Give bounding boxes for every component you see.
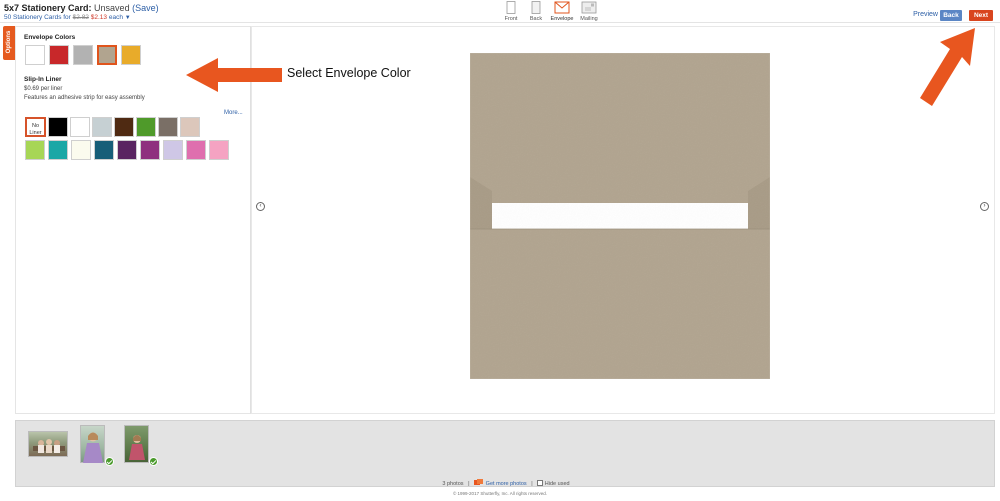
separator: | [531, 481, 533, 487]
used-check-icon [149, 457, 158, 466]
envelope-colors-heading: Envelope Colors [24, 34, 76, 41]
no-liner-swatch[interactable]: No Liner [25, 117, 46, 137]
tab-back[interactable]: Back [523, 0, 549, 22]
envelope-color-swatch[interactable] [97, 45, 117, 65]
photo-thumbnail[interactable] [124, 425, 149, 463]
liner-color-swatch[interactable] [70, 117, 90, 137]
save-link[interactable]: (Save) [132, 3, 159, 13]
price-suffix: each [108, 14, 123, 21]
old-price: $2.82 [72, 14, 89, 21]
product-title: 5x7 Stationery Card: [4, 3, 92, 13]
card-front-icon [506, 1, 516, 14]
liner-color-swatch[interactable] [114, 117, 134, 137]
design-canvas: ‹ › [251, 26, 995, 414]
photo-thumbnail[interactable] [28, 431, 68, 457]
get-more-photos[interactable]: Get more photos [474, 479, 528, 487]
liner-color-swatch[interactable] [92, 117, 112, 137]
mailing-envelope-icon [581, 1, 597, 14]
preview-link[interactable]: Preview [913, 11, 938, 18]
envelope-color-swatch[interactable] [25, 45, 45, 65]
liner-color-swatch[interactable] [163, 140, 183, 160]
save-status: Unsaved [94, 3, 130, 13]
no-liner-label-1: No [31, 123, 40, 129]
photo-content [33, 439, 65, 453]
chevron-down-icon[interactable]: ▼ [125, 15, 131, 21]
envelope-flap [470, 53, 770, 203]
liner-color-swatch[interactable] [25, 140, 45, 160]
liner-color-swatch[interactable] [180, 117, 200, 137]
price-line[interactable]: 50 Stationery Cards for $2.82 $2.13 each… [4, 14, 131, 21]
liner-color-swatch[interactable] [136, 117, 156, 137]
back-button[interactable]: Back [940, 10, 962, 21]
no-liner-label-2: Liner [29, 130, 42, 136]
used-check-icon [105, 457, 114, 466]
photo-content [83, 432, 103, 463]
liner-color-swatch[interactable] [94, 140, 114, 160]
add-photos-icon [474, 479, 484, 485]
liner-color-swatch[interactable] [48, 140, 68, 160]
envelope-preview [469, 52, 771, 380]
envelope-icon [554, 1, 570, 14]
tab-front[interactable]: Front [498, 0, 524, 22]
next-arrow-icon[interactable]: › [980, 202, 989, 211]
envelope-color-swatch[interactable] [73, 45, 93, 65]
liner-description: Features an adhesive strip for easy asse… [24, 95, 145, 101]
page-title: 5x7 Stationery Card: Unsaved (Save) [4, 3, 159, 13]
options-tab[interactable]: Options [3, 26, 15, 60]
envelope-color-swatch[interactable] [49, 45, 69, 65]
envelope-body [470, 229, 770, 379]
filmstrip-footer: 3 photos | Get more photos | Hide used [16, 479, 996, 487]
tab-envelope[interactable]: Envelope [549, 0, 575, 22]
hide-used-label: Hide used [544, 481, 570, 487]
header-divider [0, 22, 1000, 23]
up-right-arrow-annotation [920, 28, 975, 106]
tab-mailing[interactable]: Mailing [576, 0, 602, 22]
get-more-photos-label: Get more photos [485, 481, 527, 487]
prev-arrow-icon[interactable]: ‹ [256, 202, 265, 211]
liner-color-swatch[interactable] [140, 140, 160, 160]
envelope-color-swatch[interactable] [121, 45, 141, 65]
copyright: © 1999-2017 Shutterfly, Inc. All rights … [452, 491, 548, 496]
hide-used-checkbox[interactable] [537, 480, 544, 486]
card-back-icon [531, 1, 541, 14]
next-button[interactable]: Next [969, 10, 993, 21]
options-tab-label: Options [6, 30, 12, 54]
photo-count: 3 photos [442, 481, 464, 487]
sale-price: $2.13 [90, 14, 108, 21]
liner-color-swatch[interactable] [117, 140, 137, 160]
callout-text: Select Envelope Color [287, 66, 411, 80]
liner-color-swatch[interactable] [209, 140, 229, 160]
photo-filmstrip: 3 photos | Get more photos | Hide used [15, 420, 995, 487]
liner-color-swatch[interactable] [158, 117, 178, 137]
photo-thumbnail[interactable] [80, 425, 105, 463]
liner-color-swatch[interactable] [48, 117, 68, 137]
liner-color-swatch[interactable] [71, 140, 91, 160]
photo-content [129, 435, 145, 460]
liner-price: $0.69 per liner [24, 86, 63, 92]
liner-color-swatch[interactable] [186, 140, 206, 160]
separator: | [468, 481, 470, 487]
left-arrow-annotation [186, 58, 282, 92]
price-prefix: 50 Stationery Cards for [4, 14, 71, 21]
slip-in-liner-heading: Slip-In Liner [24, 76, 62, 83]
more-liners-link[interactable]: More... [224, 110, 243, 116]
